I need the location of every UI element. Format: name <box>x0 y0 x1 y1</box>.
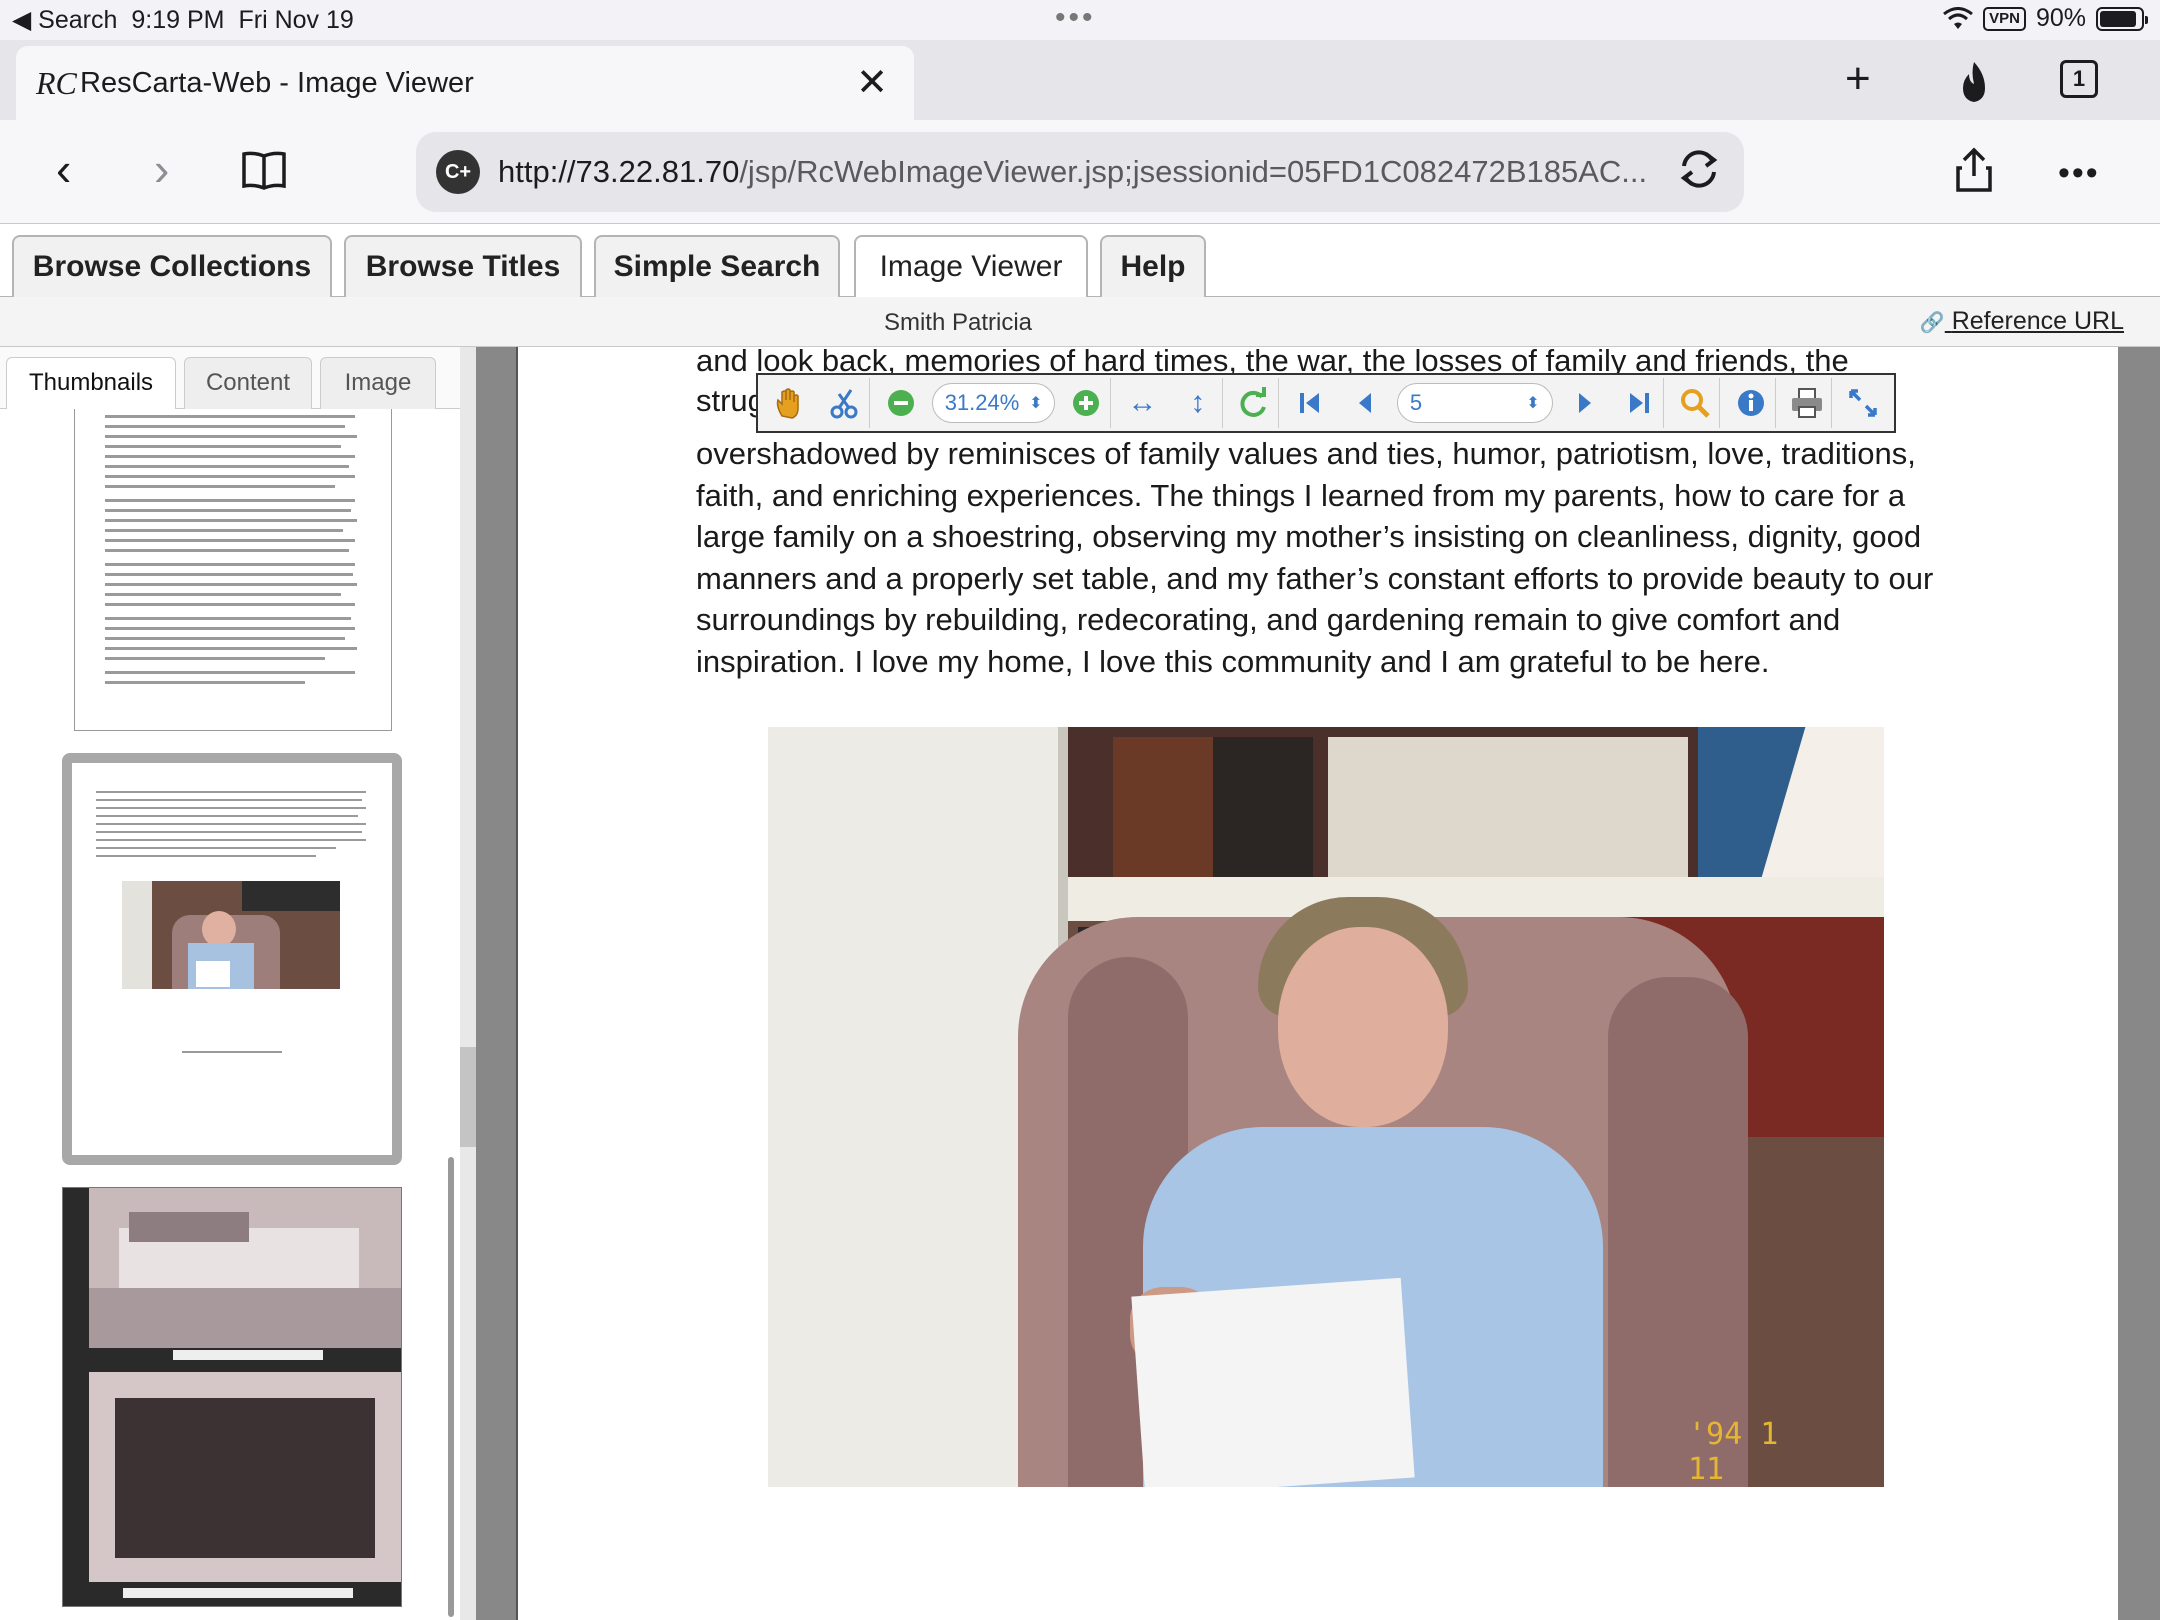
viewer-toolbar: 31.24% ⬍ ↔ ↕ 5 ⬍ <box>756 373 1896 433</box>
battery-icon <box>2096 6 2148 31</box>
updown-chevron-icon: ⬍ <box>1029 395 1043 412</box>
thumbnail-list <box>0 409 466 1620</box>
favicon: RC <box>36 64 77 101</box>
url-text[interactable]: http://73.22.81.70/jsp/RcWebImageViewer.… <box>498 154 1678 190</box>
address-bar[interactable]: C+ http://73.22.81.70/jsp/RcWebImageView… <box>416 132 1744 212</box>
page-select[interactable]: 5 ⬍ <box>1396 383 1553 423</box>
side-panel: Thumbnails Content Image <box>0 347 466 1620</box>
thumbnail-page-6[interactable] <box>62 1187 402 1607</box>
back-chevron-icon[interactable]: ‹ <box>56 144 71 194</box>
last-page-icon[interactable] <box>1615 378 1665 428</box>
status-date: Fri Nov 19 <box>238 5 354 34</box>
zoom-out-icon[interactable] <box>876 378 926 428</box>
close-tab-icon[interactable]: ✕ <box>856 60 888 105</box>
tab-browse-titles[interactable]: Browse Titles <box>344 235 582 297</box>
zoom-in-icon[interactable] <box>1061 378 1112 428</box>
tab-browse-collections[interactable]: Browse Collections <box>12 235 332 297</box>
pan-hand-icon[interactable] <box>764 378 814 428</box>
first-page-icon[interactable] <box>1285 378 1335 428</box>
new-tab-icon[interactable]: + <box>1845 54 1871 104</box>
tab-image[interactable]: Image <box>320 357 436 409</box>
crop-scissors-icon[interactable] <box>820 378 870 428</box>
fire-icon[interactable] <box>1955 60 1993 104</box>
web-page: Browse Collections Browse Titles Simple … <box>0 225 2160 1620</box>
previous-page-icon[interactable] <box>1341 378 1391 428</box>
tab-help[interactable]: Help <box>1100 235 1206 297</box>
document-title: Smith Patricia <box>883 309 1033 336</box>
updown-chevron-icon: ⬍ <box>1526 395 1540 412</box>
wifi-icon <box>1943 6 1974 29</box>
document-title-bar: Smith Patricia 🔗 Reference URL <box>0 297 2160 347</box>
thumbnail-scrollbar-thumb[interactable] <box>448 1157 454 1617</box>
browser-tab-title: ResCarta-Web - Image Viewer <box>80 66 474 99</box>
print-icon[interactable] <box>1782 378 1833 428</box>
thumbnail-page-5-selected[interactable] <box>62 753 402 1165</box>
tab-simple-search[interactable]: Simple Search <box>594 235 840 297</box>
search-magnifier-icon[interactable] <box>1670 378 1721 428</box>
photo-date-stamp: '94 1 11 <box>1688 1417 1779 1487</box>
tab-image-viewer[interactable]: Image Viewer <box>854 235 1088 299</box>
vpn-badge: VPN <box>1983 6 2026 31</box>
browser-tab-strip: RC ResCarta-Web - Image Viewer ✕ + 1 <box>0 40 2160 120</box>
site-nav-tabs: Browse Collections Browse Titles Simple … <box>0 225 2160 299</box>
zoom-select[interactable]: 31.24% ⬍ <box>931 383 1056 423</box>
status-bar: ◀ Search 9:19 PM Fri Nov 19 ••• VPN 90% <box>0 0 2160 40</box>
document-page-image: and look back, memories of hard times, t… <box>516 347 2118 1620</box>
more-options-icon[interactable]: ••• <box>2058 148 2100 198</box>
site-badge-icon: C+ <box>436 150 480 194</box>
fullscreen-icon[interactable] <box>1838 378 1888 428</box>
info-icon[interactable] <box>1726 378 1777 428</box>
rotate-icon[interactable] <box>1229 378 1280 428</box>
forward-chevron-icon[interactable]: › <box>154 144 169 194</box>
fit-height-icon[interactable]: ↕ <box>1173 378 1224 428</box>
battery-percent: 90% <box>2035 4 2086 32</box>
fit-width-icon[interactable]: ↔ <box>1117 378 1167 428</box>
browser-tab[interactable]: RC ResCarta-Web - Image Viewer ✕ <box>16 46 914 120</box>
photo-woman-in-armchair: '94 1 11 <box>768 727 1884 1487</box>
page-paragraph: overshadowed by reminisces of family val… <box>696 436 1934 679</box>
tab-count-button[interactable]: 1 <box>2060 60 2098 98</box>
next-page-icon[interactable] <box>1559 378 1609 428</box>
reference-url-link[interactable]: 🔗 Reference URL <box>1920 307 2124 336</box>
clipped-text-partial: strug <box>696 383 765 418</box>
browser-toolbar: ‹ › C+ http://73.22.81.70/jsp/RcWebImage… <box>0 120 2160 224</box>
side-panel-tabs: Thumbnails Content Image <box>0 347 466 410</box>
reload-icon[interactable] <box>1676 146 1722 192</box>
thumbnail-page-4[interactable] <box>74 409 392 731</box>
bookmarks-book-icon[interactable] <box>240 150 288 190</box>
status-time: 9:19 PM <box>131 5 225 34</box>
tab-content[interactable]: Content <box>184 357 312 409</box>
link-icon: 🔗 <box>1919 312 1945 334</box>
back-to-app-button[interactable]: ◀ Search <box>12 5 117 35</box>
panel-splitter[interactable] <box>460 347 476 1620</box>
multitasking-dots-icon[interactable]: ••• <box>1055 3 1096 33</box>
tab-thumbnails[interactable]: Thumbnails <box>6 357 176 410</box>
image-viewer[interactable]: and look back, memories of hard times, t… <box>476 347 2160 1620</box>
share-icon[interactable] <box>1954 146 1994 194</box>
